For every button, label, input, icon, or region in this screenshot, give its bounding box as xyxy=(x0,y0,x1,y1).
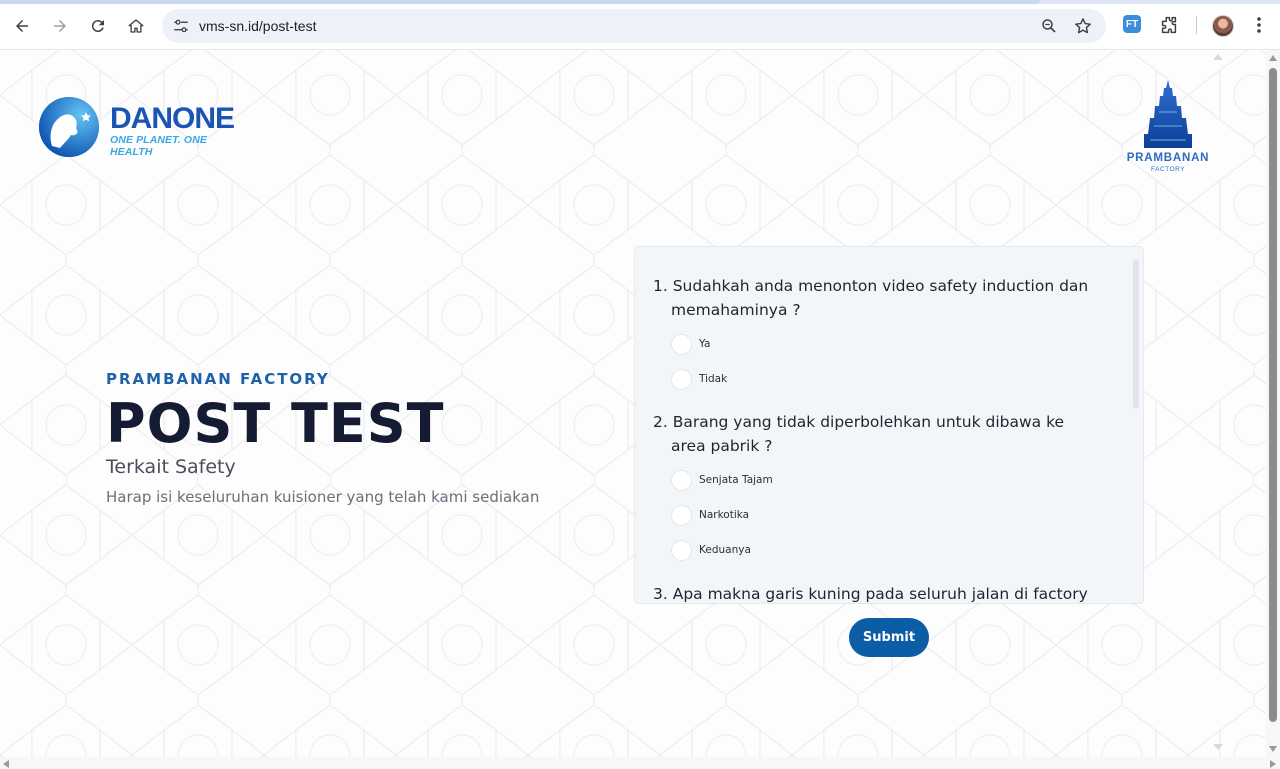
question-text: 1. Sudahkah anda menonton video safety i… xyxy=(653,277,1089,319)
back-icon xyxy=(16,20,28,32)
home-button[interactable] xyxy=(122,12,150,40)
back-button[interactable] xyxy=(8,12,36,40)
page-title: POST TEST xyxy=(106,392,445,455)
home-icon xyxy=(128,19,144,33)
option-label: Ya xyxy=(699,338,711,350)
radio-button[interactable] xyxy=(671,539,692,561)
option-senjata-tajam[interactable]: Senjata Tajam xyxy=(671,469,773,491)
hero-subtitle: Terkait Safety xyxy=(106,456,236,478)
question-3: 3. Apa makna garis kuning pada seluruh j… xyxy=(653,582,1098,603)
radio-button[interactable] xyxy=(671,469,692,491)
question-text: 2. Barang yang tidak diperbolehkan untuk… xyxy=(653,413,1065,455)
question-1: 1. Sudahkah anda menonton video safety i… xyxy=(653,274,1098,322)
danone-wordmark: DANONE xyxy=(110,102,235,135)
url-text[interactable]: vms-sn.id/post-test xyxy=(199,18,316,34)
option-narkotika[interactable]: Narkotika xyxy=(671,504,749,526)
tab-strip-edge xyxy=(0,0,1280,4)
bookmark-star-icon[interactable] xyxy=(1073,16,1093,36)
scroll-down-arrow-icon[interactable] xyxy=(1269,746,1277,752)
hero-section: PRAMBANAN FACTORY POST TEST Terkait Safe… xyxy=(106,370,606,506)
vertical-scrollbar[interactable] xyxy=(1266,50,1280,757)
question-text: 3. Apa makna garis kuning pada seluruh j… xyxy=(653,585,1088,603)
question-2: 2. Barang yang tidak diperbolehkan untuk… xyxy=(653,410,1098,458)
quiz-scrollbar[interactable] xyxy=(1133,255,1139,597)
prambanan-temple-icon xyxy=(1144,80,1192,148)
vertical-scrollbar-thumb[interactable] xyxy=(1269,68,1277,722)
option-label: Tidak xyxy=(699,373,728,385)
hero-description: Harap isi keseluruhan kuisioner yang tel… xyxy=(106,488,540,506)
quiz-panel[interactable]: 1. Sudahkah anda menonton video safety i… xyxy=(634,246,1144,604)
browser-toolbar: vms-sn.id/post-test FT xyxy=(0,0,1280,50)
danone-tagline: ONE PLANET. ONE HEALTH xyxy=(110,134,207,158)
active-tab-edge xyxy=(0,0,1040,4)
option-label: Senjata Tajam xyxy=(699,474,773,486)
site-settings-icon[interactable] xyxy=(172,17,190,35)
scroll-right-arrow-icon[interactable] xyxy=(1270,760,1276,768)
hero-eyebrow: PRAMBANAN FACTORY xyxy=(106,370,330,388)
radio-button[interactable] xyxy=(671,504,692,526)
extensions-puzzle-icon[interactable] xyxy=(1158,14,1180,36)
danone-logo: DANONE ONE PLANET. ONE HEALTH xyxy=(38,96,238,160)
toolbar-divider xyxy=(1196,16,1197,34)
more-menu-icon[interactable] xyxy=(1250,15,1268,35)
option-tidak[interactable]: Tidak xyxy=(671,368,727,390)
prambanan-name: PRAMBANAN xyxy=(1126,152,1210,164)
reload-icon xyxy=(91,20,104,33)
submit-button[interactable]: Submit xyxy=(849,618,929,657)
radio-button[interactable] xyxy=(671,333,692,355)
scroll-left-arrow-icon[interactable] xyxy=(3,760,9,768)
forward-icon xyxy=(54,20,66,32)
profile-avatar[interactable] xyxy=(1212,15,1234,37)
option-label: Keduanya xyxy=(699,544,751,556)
zoom-icon[interactable] xyxy=(1040,17,1058,35)
prambanan-subtitle: FACTORY xyxy=(1151,166,1185,173)
forward-button[interactable] xyxy=(46,12,74,40)
address-bar[interactable]: vms-sn.id/post-test xyxy=(162,9,1106,43)
page-scroll-up-indicator xyxy=(1213,54,1223,60)
ft-extension-icon[interactable]: FT xyxy=(1123,15,1141,33)
horizontal-scrollbar[interactable] xyxy=(0,757,1280,769)
option-label: Narkotika xyxy=(699,509,750,521)
page-content: DANONE ONE PLANET. ONE HEALTH PRAMBANAN … xyxy=(0,50,1266,757)
prambanan-logo: PRAMBANAN FACTORY xyxy=(1122,78,1214,178)
page-scroll-down-indicator xyxy=(1213,744,1223,750)
reload-button[interactable] xyxy=(84,12,112,40)
option-ya[interactable]: Ya xyxy=(671,333,710,355)
danone-globe-icon xyxy=(39,97,99,157)
scroll-up-arrow-icon[interactable] xyxy=(1269,55,1277,61)
option-keduanya[interactable]: Keduanya xyxy=(671,539,751,561)
quiz-scrollbar-thumb[interactable] xyxy=(1133,259,1139,409)
radio-button[interactable] xyxy=(671,368,692,390)
